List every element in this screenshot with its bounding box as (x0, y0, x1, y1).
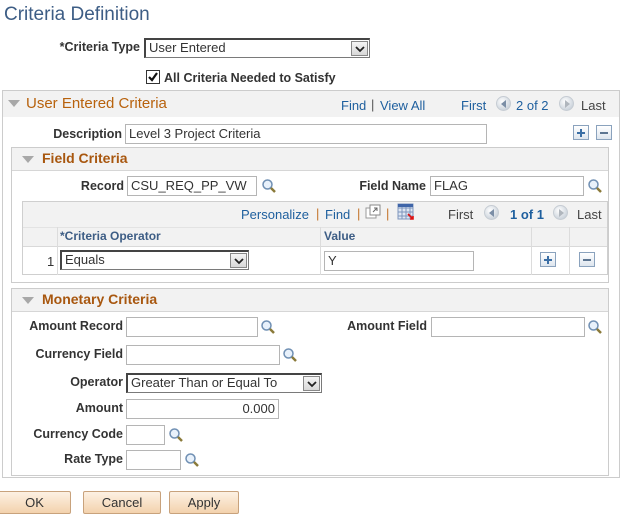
last-link[interactable]: Last (581, 98, 606, 113)
separator: | (371, 97, 375, 112)
grid-row-counter: 1 of 1 (510, 207, 544, 222)
rate-type-input[interactable] (126, 450, 181, 470)
monetary-criteria-title: Monetary Criteria (42, 291, 158, 307)
amount-field-label: Amount Field (347, 319, 427, 333)
description-input[interactable]: Level 3 Project Criteria (125, 124, 487, 144)
add-row-button[interactable] (540, 252, 556, 267)
first-link[interactable]: First (461, 98, 486, 113)
chevron-down-icon (351, 41, 368, 56)
amount-record-label: Amount Record (29, 319, 123, 333)
delete-row-button[interactable] (579, 252, 595, 267)
delete-row-button[interactable] (596, 125, 612, 140)
criteria-operator-value: Equals (65, 252, 105, 267)
lookup-icon[interactable] (282, 347, 298, 363)
find-link[interactable]: Find (341, 98, 366, 113)
field-name-input[interactable]: FLAG (430, 176, 584, 196)
download-grid-icon[interactable] (397, 203, 415, 221)
value-input[interactable]: Y (324, 251, 474, 271)
rate-type-label: Rate Type (64, 452, 123, 466)
all-criteria-checkbox[interactable] (146, 70, 160, 84)
all-criteria-label: All Criteria Needed to Satisfy (164, 71, 336, 85)
lookup-icon[interactable] (184, 452, 200, 468)
chevron-down-icon (303, 376, 320, 391)
apply-button[interactable]: Apply (169, 491, 239, 514)
checkmark-icon (148, 72, 158, 82)
row-counter: 2 of 2 (516, 98, 549, 113)
operator-select[interactable]: Greater Than or Equal To (126, 373, 322, 393)
cancel-button[interactable]: Cancel (83, 491, 161, 514)
add-row-button[interactable] (573, 125, 589, 140)
amount-label: Amount (75, 401, 123, 415)
amount-input[interactable]: 0.000 (126, 399, 279, 419)
amount-record-input[interactable] (126, 317, 258, 337)
lookup-icon[interactable] (587, 178, 603, 194)
currency-field-label: Currency Field (35, 347, 123, 361)
lookup-icon[interactable] (587, 319, 603, 335)
grid-find-link[interactable]: Find (325, 207, 350, 222)
criteria-grid: Personalize | Find | | First 1 of 1 Last… (22, 201, 608, 275)
personalize-link[interactable]: Personalize (241, 207, 309, 222)
lookup-icon[interactable] (168, 427, 184, 443)
next-icon[interactable] (559, 96, 574, 111)
column-header-value[interactable]: Value (324, 229, 355, 243)
separator: | (316, 206, 320, 221)
currency-code-input[interactable] (126, 425, 165, 445)
field-criteria-title: Field Criteria (42, 150, 128, 166)
view-all-link[interactable]: View All (380, 98, 425, 113)
amount-field-input[interactable] (431, 317, 585, 337)
criteria-type-select[interactable]: User Entered (144, 38, 370, 58)
ok-button[interactable]: OK (0, 491, 71, 514)
grid-first-link[interactable]: First (448, 207, 473, 222)
record-label: Record (80, 179, 124, 193)
criteria-type-value: User Entered (149, 40, 226, 55)
column-header-criteria-operator[interactable]: *Criteria Operator (60, 229, 161, 243)
field-name-label: Field Name (359, 179, 426, 193)
description-label: Description (53, 127, 122, 141)
previous-icon[interactable] (484, 205, 499, 220)
record-input[interactable]: CSU_REQ_PP_VW (127, 176, 257, 196)
page-title: Criteria Definition (4, 4, 150, 25)
operator-label: Operator (70, 375, 123, 389)
chevron-down-icon (230, 253, 247, 268)
next-icon[interactable] (553, 205, 568, 220)
lookup-icon[interactable] (260, 319, 276, 335)
operator-value: Greater Than or Equal To (131, 375, 278, 390)
minus-icon (583, 259, 591, 261)
collapse-triangle-icon[interactable] (8, 100, 20, 107)
minus-icon (600, 132, 608, 134)
previous-icon[interactable] (496, 96, 511, 111)
row-number: 1 (47, 254, 55, 269)
criteria-type-label: *Criteria Type (59, 40, 140, 54)
criteria-operator-select[interactable]: Equals (60, 250, 249, 270)
currency-field-input[interactable] (126, 345, 280, 365)
new-window-icon[interactable] (365, 204, 382, 220)
grid-last-link[interactable]: Last (577, 207, 602, 222)
separator: | (386, 206, 390, 221)
user-entered-criteria-title: User Entered Criteria (26, 95, 167, 112)
separator: | (357, 206, 361, 221)
collapse-triangle-icon[interactable] (22, 297, 34, 304)
currency-code-label: Currency Code (33, 427, 123, 441)
lookup-icon[interactable] (261, 178, 277, 194)
collapse-triangle-icon[interactable] (22, 156, 34, 163)
